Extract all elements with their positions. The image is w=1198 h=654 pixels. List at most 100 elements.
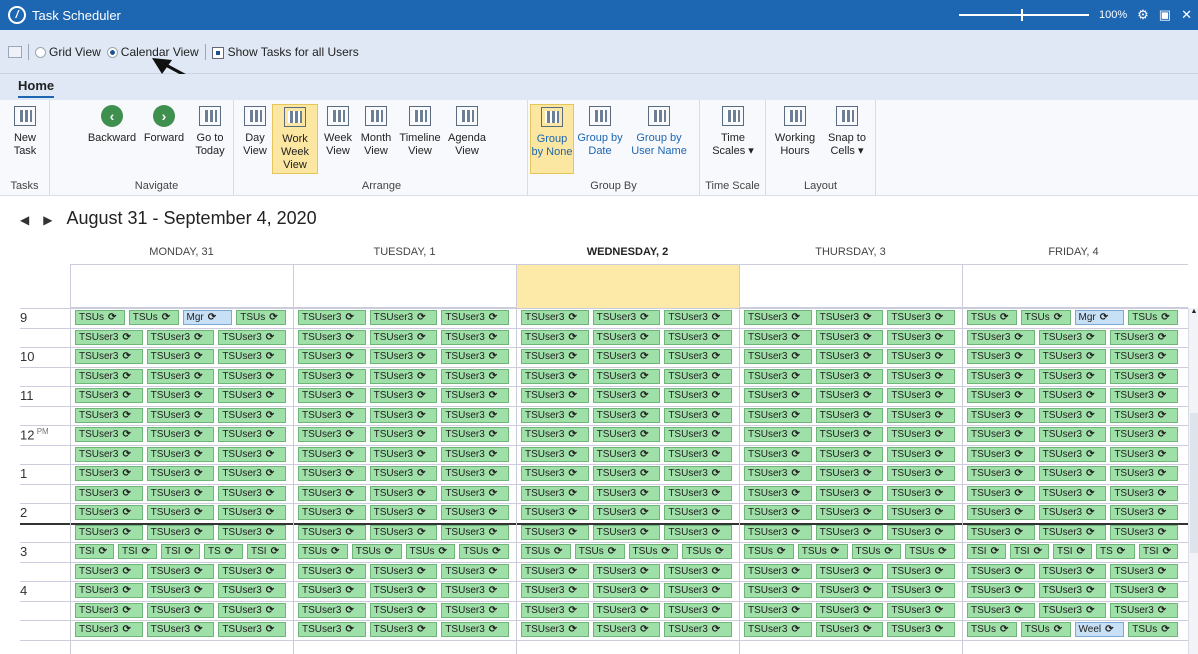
agenda-view-button[interactable]: Agenda View [444, 104, 490, 158]
task-appointment[interactable]: TSUser3 ⟳ [744, 563, 812, 579]
task-appointment[interactable]: TSUser3 ⟳ [441, 563, 509, 579]
task-appointment[interactable]: TSUser3 ⟳ [1110, 349, 1178, 364]
snap-to-cells-button[interactable]: Snap to Cells ▾ [822, 104, 872, 158]
task-appointment[interactable]: TSUser3 ⟳ [967, 427, 1035, 442]
grid-view-radio[interactable]: Grid View [35, 45, 101, 59]
task-appointment[interactable]: TSUser3 ⟳ [1038, 388, 1107, 403]
task-appointment[interactable]: TSUser3 ⟳ [1038, 368, 1107, 384]
task-appointment[interactable]: TSUser3 ⟳ [815, 563, 884, 579]
task-appointment[interactable]: TSUs ⟳ [521, 544, 571, 559]
task-appointment[interactable]: TSUser3 ⟳ [1110, 329, 1178, 345]
task-appointment[interactable]: TSUser3 ⟳ [887, 505, 955, 520]
task-appointment[interactable]: TSUser3 ⟳ [1038, 329, 1107, 345]
task-appointment[interactable]: TSUser3 ⟳ [592, 368, 661, 384]
task-appointment[interactable]: TSUser3 ⟳ [369, 505, 438, 520]
task-appointment[interactable]: TSUser3 ⟳ [146, 583, 215, 598]
calendar-view-radio[interactable]: Calendar View [106, 45, 199, 59]
task-appointment[interactable]: TSUser3 ⟳ [218, 563, 286, 579]
task-appointment[interactable]: TSUser3 ⟳ [1038, 349, 1107, 364]
task-appointment[interactable]: TSUser3 ⟳ [369, 446, 438, 462]
task-appointment[interactable]: TSUser3 ⟳ [744, 407, 812, 423]
task-appointment[interactable]: TSUs ⟳ [967, 310, 1017, 325]
task-appointment[interactable]: TSUser3 ⟳ [1110, 524, 1178, 540]
task-appointment[interactable]: TSUser3 ⟳ [369, 427, 438, 442]
task-appointment[interactable]: TSUser3 ⟳ [441, 368, 509, 384]
task-appointment[interactable]: TSUser3 ⟳ [887, 602, 955, 618]
task-appointment[interactable]: TS ⟳ [1096, 544, 1135, 559]
task-appointment[interactable]: TSUser3 ⟳ [298, 505, 366, 520]
task-appointment[interactable]: TSUser3 ⟳ [146, 427, 215, 442]
task-appointment[interactable]: TSUser3 ⟳ [1110, 563, 1178, 579]
task-appointment[interactable]: TSUser3 ⟳ [887, 563, 955, 579]
task-appointment[interactable]: TSUser3 ⟳ [218, 388, 286, 403]
all-day-cell[interactable] [70, 265, 293, 308]
task-appointment[interactable]: TSUser3 ⟳ [664, 368, 732, 384]
task-appointment[interactable]: TSUser3 ⟳ [815, 407, 884, 423]
task-appointment[interactable]: TSUs ⟳ [744, 544, 794, 559]
task-appointment[interactable]: TSUser3 ⟳ [887, 427, 955, 442]
task-appointment[interactable]: TSUser3 ⟳ [815, 466, 884, 481]
task-appointment[interactable]: TSUser3 ⟳ [75, 329, 143, 345]
task-appointment[interactable]: TSUser3 ⟳ [744, 466, 812, 481]
task-appointment[interactable]: Mgr ⟳ [182, 310, 233, 325]
task-appointment[interactable]: TSUser3 ⟳ [592, 602, 661, 618]
task-appointment[interactable]: TSUser3 ⟳ [441, 407, 509, 423]
task-appointment[interactable]: TSUser3 ⟳ [1110, 407, 1178, 423]
task-appointment[interactable]: TSUser3 ⟳ [146, 563, 215, 579]
task-appointment[interactable]: TSUser3 ⟳ [298, 427, 366, 442]
task-appointment[interactable]: TSUser3 ⟳ [441, 583, 509, 598]
task-appointment[interactable]: TSUser3 ⟳ [815, 388, 884, 403]
working-hours-button[interactable]: Working Hours [770, 104, 820, 158]
task-appointment[interactable]: TSUser3 ⟳ [298, 466, 366, 481]
task-appointment[interactable]: TSUser3 ⟳ [369, 602, 438, 618]
task-appointment[interactable]: TSUser3 ⟳ [146, 329, 215, 345]
task-appointment[interactable]: TSUser3 ⟳ [887, 368, 955, 384]
task-appointment[interactable]: TSUser3 ⟳ [441, 466, 509, 481]
task-appointment[interactable]: TSUser3 ⟳ [592, 349, 661, 364]
task-appointment[interactable]: TSUser3 ⟳ [75, 446, 143, 462]
task-appointment[interactable]: TSI ⟳ [75, 544, 114, 559]
task-appointment[interactable]: TSUser3 ⟳ [218, 583, 286, 598]
task-appointment[interactable]: TSUser3 ⟳ [664, 466, 732, 481]
task-appointment[interactable]: TSUser3 ⟳ [298, 349, 366, 364]
task-appointment[interactable]: TSUser3 ⟳ [1038, 524, 1107, 540]
task-appointment[interactable]: TSUser3 ⟳ [887, 446, 955, 462]
task-appointment[interactable]: TSUser3 ⟳ [592, 485, 661, 501]
task-appointment[interactable]: TSUser3 ⟳ [521, 368, 589, 384]
task-appointment[interactable]: TSUser3 ⟳ [887, 524, 955, 540]
task-appointment[interactable]: TSUser3 ⟳ [744, 505, 812, 520]
task-appointment[interactable]: TSUser3 ⟳ [592, 466, 661, 481]
task-appointment[interactable]: TSUser3 ⟳ [369, 583, 438, 598]
task-appointment[interactable]: TSUser3 ⟳ [521, 583, 589, 598]
task-appointment[interactable]: TSUser3 ⟳ [521, 329, 589, 345]
task-appointment[interactable]: TSUser3 ⟳ [592, 407, 661, 423]
task-appointment[interactable]: TSUser3 ⟳ [298, 368, 366, 384]
task-appointment[interactable]: TSUser3 ⟳ [592, 310, 661, 325]
task-appointment[interactable]: TSUser3 ⟳ [298, 446, 366, 462]
all-day-cell[interactable] [962, 265, 1185, 308]
task-appointment[interactable]: TSI ⟳ [161, 544, 200, 559]
task-appointment[interactable]: TSUser3 ⟳ [521, 388, 589, 403]
task-appointment[interactable]: TSUser3 ⟳ [815, 524, 884, 540]
forward-button[interactable]: › Forward [140, 104, 188, 145]
task-appointment[interactable]: TSUser3 ⟳ [967, 349, 1035, 364]
task-appointment[interactable]: TSUser3 ⟳ [369, 485, 438, 501]
task-appointment[interactable]: TSUs ⟳ [351, 544, 402, 559]
task-appointment[interactable]: TSUser3 ⟳ [146, 505, 215, 520]
task-appointment[interactable]: TSUser3 ⟳ [887, 407, 955, 423]
task-appointment[interactable]: TSUs ⟳ [1128, 622, 1178, 637]
group-by-none-button[interactable]: Group by None [530, 104, 574, 174]
task-appointment[interactable]: TSUser3 ⟳ [521, 563, 589, 579]
task-appointment[interactable]: TSUser3 ⟳ [815, 349, 884, 364]
task-appointment[interactable]: TSUser3 ⟳ [744, 485, 812, 501]
task-appointment[interactable]: TSUser3 ⟳ [75, 388, 143, 403]
task-appointment[interactable]: TSUser3 ⟳ [1038, 485, 1107, 501]
task-appointment[interactable]: TSUs ⟳ [1020, 622, 1071, 637]
task-appointment[interactable]: TSI ⟳ [1053, 544, 1092, 559]
task-appointment[interactable]: TSUser3 ⟳ [744, 622, 812, 637]
task-appointment[interactable]: TSUser3 ⟳ [744, 388, 812, 403]
task-appointment[interactable]: TSUser3 ⟳ [441, 446, 509, 462]
task-appointment[interactable]: TSUser3 ⟳ [146, 368, 215, 384]
task-appointment[interactable]: TSUser3 ⟳ [441, 524, 509, 540]
task-appointment[interactable]: TSUser3 ⟳ [887, 485, 955, 501]
